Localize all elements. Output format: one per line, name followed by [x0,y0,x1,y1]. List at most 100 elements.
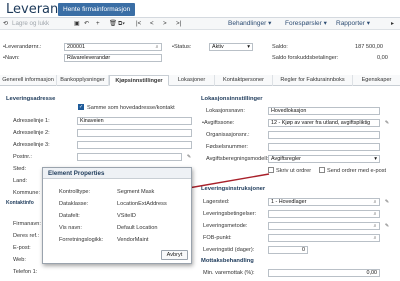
vendor-id-input[interactable]: 200001 [64,43,162,51]
balance-label: Saldo: [272,44,288,50]
fetch-company-info-button[interactable]: Hente firmainformasjon [58,3,136,16]
lead-time-input[interactable]: 0 [268,246,308,254]
next-icon[interactable]: > [163,18,167,30]
same-as-main-checkbox[interactable]: ✓ [78,104,84,110]
tab-contacts[interactable]: Kontaktpersoner [215,75,273,86]
warehouse-lookup-icon[interactable]: ⌕ [372,199,378,205]
menu-inquiries[interactable]: Forespørsler ▾ [285,18,327,30]
warehouse-label: Lagersted: [203,199,230,205]
fob-point-label: FOB-punkt: [203,235,232,241]
warehouse-input[interactable]: 1 - Hovedlager [268,198,380,206]
address-line3-label: Adresselinje 3: [13,142,50,148]
edit-delivery-method-icon[interactable]: ✎ [384,223,390,229]
edit-tax-zone-icon[interactable]: ✎ [384,120,390,126]
dialog-title: Element Properties [43,168,191,179]
delivery-method-label: Leveringsmetode: [203,223,248,229]
display-name-value: Default Location [117,225,158,231]
fob-point-input[interactable] [268,234,380,242]
address-line1-label: Adresselinje 1: [13,118,50,124]
business-logic-value: VendorMaint [117,237,149,243]
delivery-terms-label: Leveringsbetingelser: [203,211,257,217]
cancel-button[interactable]: Avbryt [161,250,188,260]
prev-icon[interactable]: < [150,18,154,30]
tab-bar: Generell informasjon Bankopplysninger Kj… [0,75,400,86]
copy-icon[interactable]: ⧉▾ [118,18,125,30]
postal-code-input[interactable] [77,153,182,161]
edit-warehouse-icon[interactable]: ✎ [384,199,390,205]
location-name-label: Lokasjonsnavn: [206,108,245,114]
first-icon[interactable]: |< [136,18,141,30]
send-orders-email-checkbox[interactable] [319,167,325,173]
menu-reports[interactable]: Rapporter ▾ [336,18,370,30]
email-label: E-post: [13,245,31,251]
data-class-label: Dataklasse: [59,201,89,207]
address-line2-label: Adresselinje 2: [13,130,50,136]
undo-icon[interactable]: ↶ [84,18,89,30]
tab-bank[interactable]: Bankopplysninger [57,75,109,86]
save-close-button[interactable]: Lagre og lukk [12,18,49,30]
prepay-value: 0,00 [377,55,388,61]
delivery-method-lookup-icon[interactable]: ⌕ [372,223,378,229]
tax-zone-input[interactable]: 12 - Kjøp av varer fra utland, avgiftspl… [268,119,380,127]
element-properties-dialog: Element Properties Kontrolltype: Segment… [42,167,192,264]
receipt-processing-header: Mottaksbehandling [201,258,254,264]
vendor-id-label: Leverandørnr.: [3,44,41,50]
org-number-label: Organisasjonsnr.: [206,132,250,138]
delete-icon[interactable]: 🗑 [109,18,117,30]
send-orders-email-label: Send ordrer med e-post [327,168,387,174]
tab-locations[interactable]: Lokasjoner [169,75,215,86]
tax-calc-mode-label: Avgiftsberegningsmodell: [206,156,269,162]
data-class-value: LocationExtAddress [117,201,167,207]
tax-calc-mode-select[interactable]: Avgiftsregler ▾ [268,155,380,163]
tab-inbox-rules[interactable]: Regler for Fakturainnboks [273,75,353,86]
municipality-label: Kommune: [13,190,41,196]
vendor-lookup-icon[interactable]: ⌕ [154,44,160,50]
save-icon[interactable]: ▣ [74,18,80,30]
same-as-main-label: Samme som hovedadresse/kontakt [87,105,175,111]
country-label: Land: [13,178,27,184]
address-line1-input[interactable]: Kinaveien [77,117,192,125]
delivery-terms-input[interactable] [268,210,380,218]
more-icon[interactable]: ▸ [391,18,394,30]
control-type-label: Kontrolltype: [59,189,91,195]
address-line3-input[interactable] [77,141,192,149]
tax-zone-label: Avgiftssone: [202,120,234,126]
delivery-method-input[interactable] [268,222,380,230]
min-receipt-input[interactable]: 0,00 [268,269,380,277]
balance-value: 187 500,00 [355,44,383,50]
birth-number-label: Fødselsnummer: [206,144,248,150]
company-name-label: Firmanavn: [13,221,41,227]
delivery-terms-lookup-icon[interactable]: ⌕ [372,211,378,217]
toolbar: ⟲ Lagre og lukk ▣ ↶ + 🗑 ⧉▾ |< < > >| Beh… [0,18,400,30]
back-icon[interactable]: ⟲ [3,18,8,30]
display-name-label: Vis navn: [59,225,82,231]
edit-postal-icon[interactable]: ✎ [186,154,192,160]
data-field-label: Datafelt: [59,213,80,219]
prepay-label: Saldo forskuddsbetalinger: [272,55,339,61]
tab-purchase-settings[interactable]: Kjøpsinnstillinger [109,75,169,86]
postal-code-label: Postnr.: [13,154,32,160]
birth-number-input[interactable] [268,143,380,151]
location-settings-header: Lokasjonsinnstillinger [201,96,263,102]
phone1-label: Telefon 1: [13,269,38,275]
vendor-header: Leverandørnr.: 200001 ⌕ Navn: Råvareleve… [0,31,400,66]
address-line2-input[interactable] [77,129,192,137]
vendor-name-label: Navn: [3,55,20,61]
lead-time-label: Leveringstid (dager): [203,247,255,253]
menu-actions[interactable]: Behandlinger ▾ [228,18,271,30]
vendor-name-input[interactable]: Råvareleverandør [64,54,162,62]
status-select[interactable]: Aktiv ▾ [209,43,253,51]
org-number-input[interactable] [268,131,380,139]
tab-general[interactable]: Generell informasjon [0,75,57,86]
last-icon[interactable]: >| [176,18,181,30]
fob-lookup-icon[interactable]: ⌕ [372,235,378,241]
city-label: Sted: [13,166,27,172]
add-icon[interactable]: + [96,18,100,30]
control-type-value: Segment Mask [117,189,155,195]
location-name-input[interactable]: Hovedlokasjon [268,107,380,115]
tab-attributes[interactable]: Egenskaper [353,75,400,86]
contact-info-header: Kontaktinfo [6,200,34,206]
status-label: Status: [172,44,191,50]
delivery-address-header: Leveringsadresse [6,96,56,102]
business-logic-label: Forretningslogikk: [59,237,104,243]
